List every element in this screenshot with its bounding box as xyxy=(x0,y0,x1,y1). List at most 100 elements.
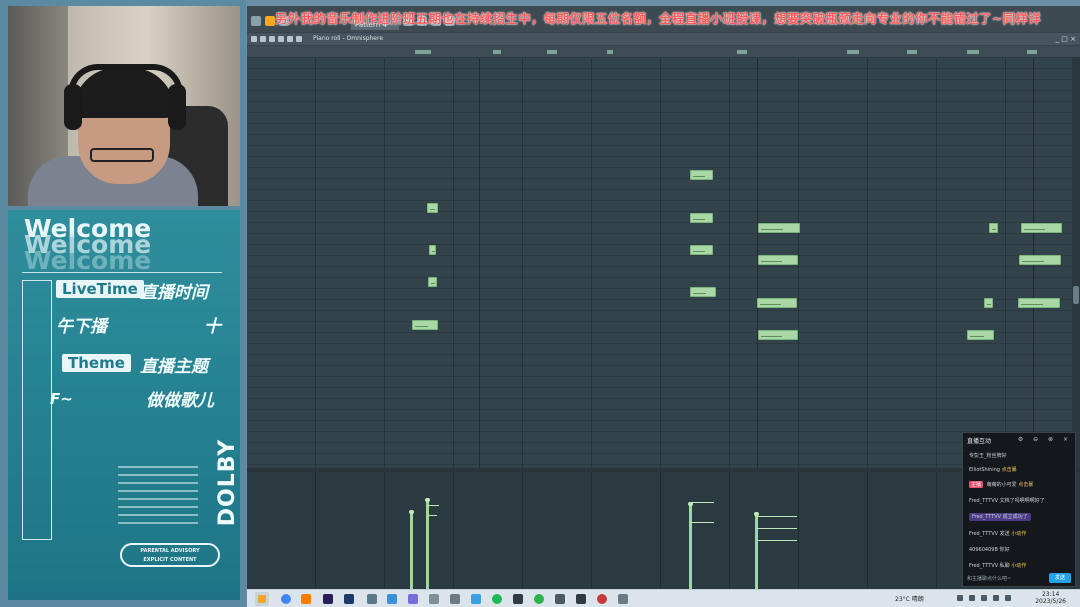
chat-username[interactable]: Fred_TTTVV xyxy=(969,498,998,504)
midi-note[interactable] xyxy=(690,287,716,297)
chrome-icon[interactable] xyxy=(281,594,291,604)
app-icon[interactable] xyxy=(450,594,460,604)
note-grid[interactable] xyxy=(247,58,1072,468)
midi-note[interactable] xyxy=(989,223,998,233)
ruler-marker xyxy=(737,50,747,54)
chat-text: 萌萌的小可爱 xyxy=(986,482,1017,488)
chat-message: ElliotShining 点击暴 xyxy=(969,466,1017,473)
plus-mark: 十 xyxy=(204,317,221,337)
record-icon[interactable] xyxy=(597,594,607,604)
timeline-ruler[interactable] xyxy=(247,46,1080,58)
app-icon[interactable] xyxy=(513,594,523,604)
velocity-marker xyxy=(690,522,714,523)
poster-divider xyxy=(22,272,222,273)
chat-title: 直播互动 xyxy=(967,438,992,445)
midi-note[interactable] xyxy=(690,245,713,255)
magnet-icon[interactable] xyxy=(260,36,266,42)
midi-note[interactable] xyxy=(690,213,713,223)
velocity-stem[interactable] xyxy=(409,510,414,592)
app-icon[interactable] xyxy=(367,594,377,604)
glasses xyxy=(90,148,154,162)
midi-note[interactable] xyxy=(1018,298,1060,308)
midi-note[interactable] xyxy=(690,170,713,180)
velocity-marker xyxy=(757,528,797,529)
left-overlay-panel: Welcome Welcome Welcome LiveTime 直播时间 午下… xyxy=(0,0,246,607)
chat-message: Fred_TTTVV 私聊 小动作 xyxy=(969,562,1026,569)
ruler-marker xyxy=(547,50,557,54)
illustrator-icon[interactable] xyxy=(301,594,311,604)
velocity-stem[interactable] xyxy=(688,502,693,592)
premiere-icon[interactable] xyxy=(323,594,333,604)
midi-note[interactable] xyxy=(1021,223,1062,233)
photoshop-icon[interactable] xyxy=(344,594,354,604)
vertical-scrollbar[interactable] xyxy=(1072,58,1080,468)
midi-note[interactable] xyxy=(412,320,438,330)
poster-side-frame xyxy=(22,280,52,540)
midi-note[interactable] xyxy=(757,298,797,308)
wechat-icon[interactable] xyxy=(534,594,544,604)
scrollbar-thumb[interactable] xyxy=(1073,286,1079,304)
app-icon[interactable] xyxy=(408,594,418,604)
live-chat-panel: 直播互动 ⚙ ⊖ ⊗ × 专彭王_粉丝牌好 ElliotShining 点击暴 … xyxy=(962,432,1076,587)
select-icon[interactable] xyxy=(296,36,302,42)
bar-line xyxy=(479,58,480,468)
network-icon[interactable] xyxy=(1005,595,1011,601)
chat-send-button[interactable]: 发送 xyxy=(1049,573,1071,583)
ruler-marker xyxy=(607,50,613,54)
speaker-icon[interactable] xyxy=(269,36,275,42)
advisory-line: EXPLICIT CONTENT xyxy=(143,557,197,563)
app-icon[interactable] xyxy=(387,594,397,604)
chat-username[interactable]: Fred_TTTVV xyxy=(969,531,998,537)
fl-studio-taskbar-icon[interactable] xyxy=(255,592,269,606)
midi-note[interactable] xyxy=(427,203,438,213)
chat-message: 主播 萌萌的小可爱 点击暴 xyxy=(969,481,1033,488)
velocity-marker xyxy=(757,540,797,541)
app-icon[interactable] xyxy=(555,594,565,604)
chat-controls[interactable]: ⚙ ⊖ ⊗ × xyxy=(1018,436,1072,443)
tray-icon[interactable] xyxy=(957,595,963,601)
weather-widget[interactable]: 23°C 晴朗 xyxy=(895,594,924,603)
app-icon[interactable] xyxy=(429,594,439,604)
app-icon[interactable] xyxy=(576,594,586,604)
volume-icon[interactable] xyxy=(993,595,999,601)
pencil-tool-icon[interactable] xyxy=(265,16,275,26)
midi-note[interactable] xyxy=(758,255,798,265)
tray-icon[interactable] xyxy=(981,595,987,601)
chat-username[interactable]: ElliotShining xyxy=(969,467,1000,473)
spotify-icon[interactable] xyxy=(492,594,502,604)
midi-note[interactable] xyxy=(429,245,436,255)
chat-username[interactable]: Fred_TTTVV xyxy=(969,563,998,569)
menu-icon[interactable] xyxy=(251,16,261,26)
piano-roll-titlebar: Piano roll - Omnisphere _ □ × xyxy=(247,33,1080,45)
window-controls[interactable]: _ □ × xyxy=(1056,35,1076,43)
chat-text: 私聊 xyxy=(999,563,1010,569)
velocity-pane[interactable] xyxy=(247,472,1080,592)
midi-note[interactable] xyxy=(984,298,993,308)
velocity-marker xyxy=(757,516,797,517)
ruler-marker xyxy=(847,50,859,54)
midi-note[interactable] xyxy=(758,330,798,340)
headphones-band xyxy=(68,64,183,94)
chat-message: 专彭王_粉丝牌好 xyxy=(969,452,1007,459)
livetime-pill: LiveTime xyxy=(56,280,144,298)
chat-highlight: Fred_TTTVV 成立成功了 xyxy=(969,513,1031,521)
tray-icon[interactable] xyxy=(969,595,975,601)
chat-input[interactable]: 和主播聊点什么吧~ xyxy=(967,575,1047,582)
chat-username[interactable]: 40960409B xyxy=(969,547,998,553)
chat-message: 40960409B 你好 xyxy=(969,546,1010,553)
headphones-left-cup xyxy=(64,84,82,130)
chat-username[interactable]: Fred_TTTVV xyxy=(972,514,1001,520)
chat-text: 成立成功了 xyxy=(1002,514,1028,520)
zoom-icon[interactable] xyxy=(287,36,293,42)
midi-note[interactable] xyxy=(428,277,437,287)
system-clock[interactable]: 23:14 2023/5/26 xyxy=(1035,591,1066,605)
app-icon[interactable] xyxy=(618,594,628,604)
piano-roll-menu-icon[interactable] xyxy=(251,36,257,42)
midi-note[interactable] xyxy=(1019,255,1061,265)
midi-note[interactable] xyxy=(967,330,994,340)
velocity-stem[interactable] xyxy=(754,512,759,592)
midi-note[interactable] xyxy=(758,223,800,233)
velocity-stem[interactable] xyxy=(425,498,430,592)
app-icon[interactable] xyxy=(471,594,481,604)
pencil-icon[interactable] xyxy=(278,36,284,42)
